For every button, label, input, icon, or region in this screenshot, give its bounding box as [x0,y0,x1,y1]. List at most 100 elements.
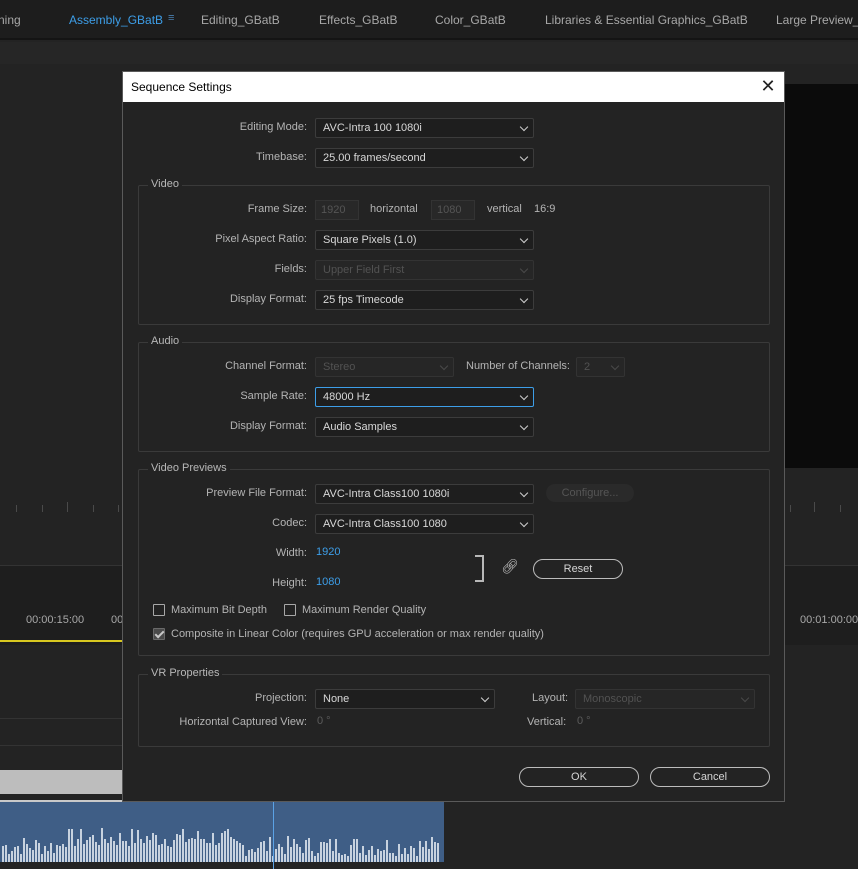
waveform-bar [125,841,127,862]
h-captured-view-label: Horizontal Captured View: [179,716,307,728]
waveform-bar [8,854,10,862]
timebase-select[interactable]: 25.00 frames/second [315,148,534,168]
waveform-bar [320,842,322,862]
waveform-bar [41,854,43,862]
cancel-button[interactable]: Cancel [650,767,770,787]
layout-value: Monoscopic [583,693,642,705]
waveform-bar [338,853,340,862]
waveform-bar [365,855,367,862]
waveform-bar [83,844,85,862]
waveform-bar [434,842,436,862]
waveform-bar [413,848,415,862]
video-display-format-select[interactable]: 25 fps Timecode [315,290,534,310]
waveform-bar [266,851,268,862]
waveform-bar [428,849,430,862]
waveform-bar [284,854,286,862]
video-display-format-value: 25 fps Timecode [323,294,404,306]
audio-display-format-select[interactable]: Audio Samples [315,417,534,437]
chevron-down-icon [519,421,529,431]
waveform-bar [140,839,142,862]
waveform-bar [248,850,250,862]
projection-select[interactable]: None [315,689,495,709]
workspace-tab-editing[interactable]: Editing_GBatB [201,13,280,27]
max-render-quality-checkbox[interactable] [284,604,296,616]
layout-label: Layout: [532,692,569,704]
ok-button[interactable]: OK [519,767,639,787]
editing-mode-select[interactable]: AVC-Intra 100 1080i [315,118,534,138]
waveform-bar [341,855,343,862]
num-channels-select: 2 [576,357,625,377]
audio-clip[interactable] [0,800,444,862]
waveform-bar [299,847,301,862]
waveform-bar [77,839,79,862]
waveform-bar [122,841,124,862]
waveform-bar [236,841,238,862]
chevron-down-icon [519,234,529,244]
video-clip[interactable] [0,770,124,794]
waveform-bar [422,847,424,862]
track-divider [0,718,124,719]
link-icon[interactable]: 🔗︎ [501,558,519,575]
waveform-bar [395,856,397,862]
frame-height-field[interactable]: 1080 [431,200,475,220]
waveform-bar [230,837,232,862]
waveform-bar [350,845,352,862]
preview-width-value[interactable]: 1920 [316,546,340,558]
workspace-tab-effects[interactable]: Effects_GBatB [319,13,398,27]
waveform-bar [380,851,382,862]
composite-linear-color-checkbox[interactable] [153,628,165,640]
track-divider [0,745,124,746]
sample-rate-select[interactable]: 48000 Hz [315,387,534,407]
max-bit-depth-label: Maximum Bit Depth [171,604,267,616]
work-area-bar[interactable] [0,640,124,642]
close-icon[interactable]: ✕ [758,76,778,96]
waveform-bar [263,841,265,862]
horizontal-label: horizontal [370,203,418,215]
waveform-bar [269,837,271,862]
num-channels-label: Number of Channels: [466,360,570,372]
frame-width-field[interactable]: 1920 [315,200,359,220]
workspace-tab-assembly[interactable]: Assembly_GBatB [69,13,163,27]
waveform-bar [362,846,364,862]
preview-file-format-select[interactable]: AVC-Intra Class100 1080i [315,484,534,504]
dialog-title-bar[interactable]: Sequence Settings ✕ [123,72,784,102]
waveform-bar [221,833,223,862]
channel-format-select: Stereo [315,357,454,377]
workspace-menu-icon[interactable]: ≡ [168,12,177,24]
codec-select[interactable]: AVC-Intra Class100 1080 [315,514,534,534]
channel-format-label: Channel Format: [225,360,307,372]
waveform-bar [143,843,145,862]
waveform-bar [206,843,208,862]
workspace-tab-libraries[interactable]: Libraries & Essential Graphics_GBatB [545,13,748,27]
waveform-bar [5,845,7,862]
waveform-bar [374,855,376,862]
waveform-bar [92,835,94,862]
preview-height-value[interactable]: 1080 [316,576,340,588]
waveform-bar [164,839,166,862]
link-bracket [475,555,484,582]
workspace-tab-learning[interactable]: ning [0,13,21,27]
workspace-tab-color[interactable]: Color_GBatB [435,13,506,27]
program-monitor [784,84,858,468]
waveform-bar [11,851,13,862]
panel-header-strip [0,42,858,64]
waveform-bar [53,853,55,862]
max-render-quality-label: Maximum Render Quality [302,604,427,616]
waveform-bar [182,829,184,862]
waveform-bar [275,849,277,862]
audio-display-format-label: Display Format: [229,420,307,432]
pixel-aspect-select[interactable]: Square Pixels (1.0) [315,230,534,250]
playhead[interactable] [273,800,274,869]
timebase-value: 25.00 frames/second [323,152,426,164]
workspace-tab-large-preview[interactable]: Large Preview_GBatB [776,13,858,27]
reset-button[interactable]: Reset [533,559,623,579]
waveform-bar [128,846,130,862]
waveform-bar [158,845,160,862]
chevron-down-icon [519,488,529,498]
waveform-bar [356,839,358,862]
max-bit-depth-checkbox[interactable] [153,604,165,616]
chevron-down-icon [519,122,529,132]
waveform-bar [245,856,247,862]
waveform-bar [161,844,163,862]
sample-rate-value: 48000 Hz [323,391,371,403]
